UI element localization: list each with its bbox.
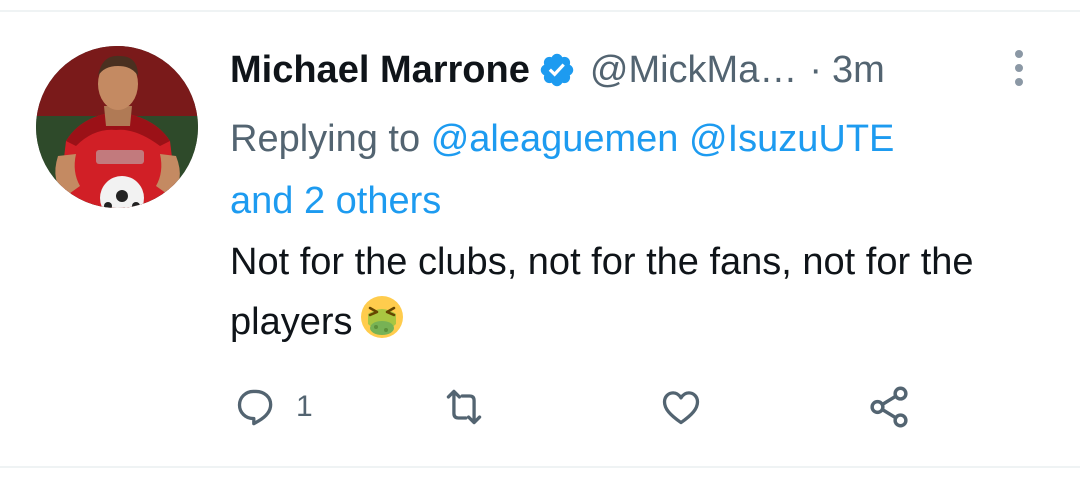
verified-badge-icon bbox=[538, 51, 576, 89]
share-button[interactable] bbox=[866, 382, 912, 432]
reply-count: 1 bbox=[296, 390, 313, 423]
reply-icon bbox=[234, 385, 278, 429]
share-icon bbox=[866, 384, 912, 430]
retweet-icon bbox=[440, 385, 488, 429]
replying-to: Replying to @aleaguemen @IsuzuUTE and 2 … bbox=[230, 108, 1020, 232]
top-divider bbox=[0, 10, 1080, 12]
retweet-button[interactable] bbox=[440, 382, 488, 432]
more-vertical-icon[interactable] bbox=[1006, 46, 1032, 90]
avatar-image bbox=[36, 46, 198, 208]
others-link[interactable]: and 2 others bbox=[230, 180, 441, 222]
tweet-header: Michael Marrone @MickMa… · 3m bbox=[230, 44, 1030, 96]
replying-prefix: Replying to bbox=[230, 118, 421, 160]
bottom-divider bbox=[0, 466, 1080, 468]
like-button[interactable] bbox=[658, 382, 704, 432]
nauseated-face-icon bbox=[359, 294, 405, 340]
reply-button[interactable]: 1 bbox=[234, 382, 313, 432]
author-name[interactable]: Michael Marrone bbox=[230, 49, 530, 92]
mention-link[interactable]: @aleaguemen bbox=[431, 118, 679, 160]
tweet-body: Not for the clubs, not for the fans, not… bbox=[230, 241, 974, 343]
tweet-text: Not for the clubs, not for the fans, not… bbox=[230, 232, 1020, 352]
heart-icon bbox=[658, 385, 704, 429]
tweet-timestamp[interactable]: 3m bbox=[832, 49, 885, 92]
separator-dot: · bbox=[809, 48, 822, 91]
author-handle[interactable]: @MickMa… bbox=[590, 49, 797, 92]
avatar[interactable] bbox=[36, 46, 198, 208]
tweet-actions: 1 bbox=[230, 382, 950, 432]
mention-link[interactable]: @IsuzuUTE bbox=[689, 118, 894, 160]
